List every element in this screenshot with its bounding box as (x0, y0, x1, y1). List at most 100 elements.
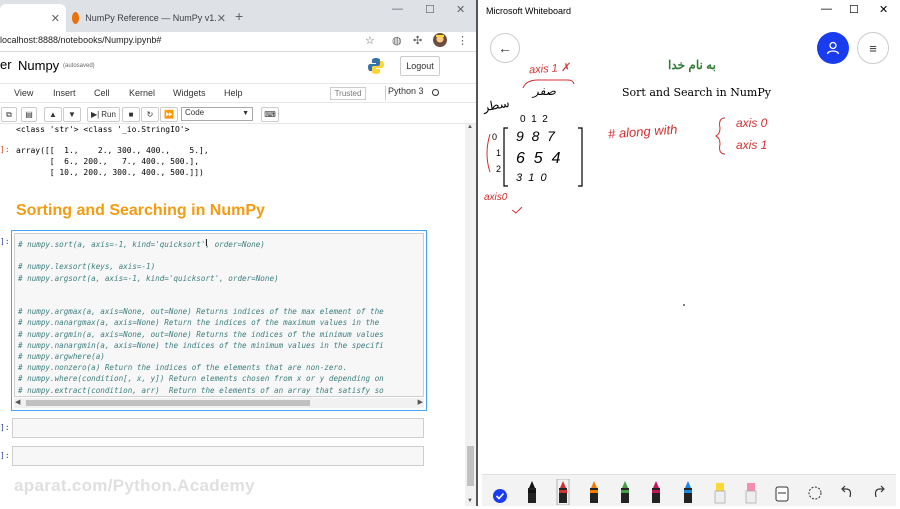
handwritten-matrix-row-2: 3 1 0 (516, 172, 547, 184)
code-line: # numpy.nonzero(a) Return the indices of… (18, 363, 348, 373)
run-label: Run (101, 110, 116, 119)
window-title: Microsoft Whiteboard (486, 6, 572, 16)
logout-button[interactable]: Logout (400, 56, 440, 76)
scroll-left-icon[interactable]: ◀ (15, 398, 20, 406)
handwritten-axis-option-1: axis 1 (736, 138, 768, 152)
in-prompt-empty: ]: (0, 451, 10, 460)
yellow-highlighter-icon[interactable] (712, 479, 728, 505)
profile-avatar[interactable] (433, 33, 447, 50)
keyboard-icon[interactable]: ⌨ (261, 107, 279, 122)
eraser-icon[interactable] (774, 479, 790, 505)
red-pen-icon[interactable] (555, 479, 571, 505)
markdown-heading: Sorting and Searching in NumPy (16, 202, 265, 219)
handwritten-safar: صفر (533, 84, 556, 98)
ink-toolbar (482, 474, 896, 506)
kebab-menu-icon[interactable]: ⋮ (457, 34, 468, 47)
close-tab-icon[interactable]: ✕ (51, 12, 60, 25)
code-line: # numpy.sort(a, axis=-1, kind='quicksort… (18, 240, 265, 249)
blue-pen-icon[interactable] (680, 479, 696, 505)
menu-kernel[interactable]: Kernel (129, 88, 155, 98)
new-tab-icon[interactable]: + (235, 8, 243, 24)
close-tab-icon[interactable]: ✕ (217, 12, 226, 25)
menu-widgets[interactable]: Widgets (173, 88, 206, 98)
globe-icon[interactable]: ◍ (392, 34, 402, 47)
code-line: # numpy.lexsort(keys, axis=-1) (18, 262, 156, 272)
handwritten-axis0-label: axis0 (484, 192, 508, 203)
minimize-icon[interactable]: — (821, 3, 832, 15)
close-window-icon[interactable]: ✕ (456, 3, 465, 16)
menu-insert[interactable]: Insert (53, 88, 76, 98)
run-icon: ▶| (91, 110, 100, 119)
tab-strip: ✕ NumPy Reference — NumPy v1. ✕ + — ☐ ✕ (0, 0, 476, 32)
in-prompt: ]: (0, 237, 10, 246)
move-up-button[interactable]: ▲ (44, 107, 62, 122)
bookmark-star-icon[interactable]: ☆ (365, 34, 375, 47)
restart-run-all-button[interactable]: ⏩ (160, 107, 178, 122)
menu-cell[interactable]: Cell (94, 88, 110, 98)
touch-icon[interactable] (492, 483, 508, 509)
code-line: # numpy.argmin(a, axis=None, out=None) R… (18, 329, 384, 339)
handwritten-matrix-row-1: 6 5 4 (516, 150, 561, 167)
out-prompt: ]: (0, 145, 10, 154)
whiteboard-window: Microsoft Whiteboard — ☐ ✕ ← ≡ به نام خد… (476, 0, 900, 506)
address-bar[interactable]: localhost:8888/notebooks/Numpy.ipynb# ☆ … (0, 32, 476, 52)
menu-help[interactable]: Help (224, 88, 243, 98)
move-down-button[interactable]: ▼ (63, 107, 81, 122)
kernel-status-icon (432, 89, 439, 96)
code-line: # numpy.argmax(a, axis=None, out=None) R… (18, 307, 384, 317)
tab-jupyter[interactable]: ✕ (0, 4, 66, 32)
scroll-up-icon[interactable]: ▲ (467, 124, 473, 130)
code-line: # numpy.where(condition[, x, y]) Return … (18, 374, 384, 384)
scrollbar-thumb[interactable] (26, 400, 310, 406)
menu-view[interactable]: View (14, 88, 33, 98)
scroll-down-icon[interactable]: ▼ (467, 498, 473, 504)
extensions-icon[interactable]: ✣ (413, 34, 422, 47)
numpy-favicon-icon (72, 12, 80, 24)
tab-numpy-reference[interactable]: NumPy Reference — NumPy v1. ✕ (72, 4, 232, 32)
trusted-badge[interactable]: Trusted (330, 87, 366, 100)
in-prompt-empty: ]: (0, 423, 10, 432)
whiteboard-canvas[interactable]: به نام خدا Sort and Search in NumPy axis… (478, 24, 900, 474)
close-window-icon[interactable]: ✕ (879, 3, 888, 16)
black-pen-icon[interactable] (524, 479, 540, 505)
empty-code-cell[interactable] (12, 418, 424, 438)
horizontal-scrollbar[interactable]: ◀ ▶ (14, 398, 424, 408)
magenta-pen-icon[interactable] (648, 479, 664, 505)
pink-highlighter-icon[interactable] (743, 479, 759, 505)
redo-icon[interactable] (871, 479, 887, 505)
kernel-name[interactable]: Python 3 (388, 86, 424, 96)
run-button[interactable]: ▶| Run (87, 107, 120, 122)
undo-icon[interactable] (839, 479, 855, 505)
orange-pen-icon[interactable] (586, 479, 602, 505)
code-line: # numpy.nanargmin(a, axis=None) the indi… (18, 340, 384, 350)
scroll-right-icon[interactable]: ▶ (418, 398, 423, 406)
python-logo-icon (368, 58, 384, 74)
green-pen-icon[interactable] (617, 479, 633, 505)
cell-type-select[interactable]: Code ▼ (181, 107, 253, 121)
code-line: # numpy.nanargmax(a, axis=None) Return t… (18, 318, 380, 328)
scrollbar-thumb[interactable] (467, 446, 474, 486)
vertical-scrollbar[interactable]: ▲ ▼ (465, 124, 476, 506)
code-cell-selected[interactable]: # numpy.sort(a, axis=-1, kind='quicksort… (11, 230, 427, 411)
tab-label: NumPy Reference — NumPy v1. (85, 13, 217, 23)
handwritten-satr: سطر (481, 95, 511, 115)
cell-type-value: Code (185, 108, 205, 117)
handwritten-check (511, 206, 523, 214)
url-text[interactable]: localhost:8888/notebooks/Numpy.ipynb# (0, 35, 161, 45)
handwritten-matrix-row-0: 9 8 7 (516, 128, 555, 144)
persian-heading: به نام خدا (668, 58, 716, 72)
lasso-icon[interactable] (807, 479, 823, 505)
notebook-title[interactable]: Numpy (18, 58, 59, 73)
jupyter-logo-text[interactable]: er (0, 57, 12, 72)
empty-code-cell[interactable] (12, 446, 424, 466)
maximize-icon[interactable]: ☐ (425, 3, 435, 16)
restart-button[interactable]: ↻ (141, 107, 159, 122)
maximize-icon[interactable]: ☐ (849, 3, 859, 16)
interrupt-button[interactable]: ■ (122, 107, 140, 122)
minimize-icon[interactable]: — (392, 3, 403, 15)
paste-cell-button[interactable]: ▤ (21, 107, 37, 122)
copy-cell-button[interactable]: ⧉ (1, 107, 17, 122)
code-editor[interactable]: # numpy.sort(a, axis=-1, kind='quicksort… (14, 233, 424, 397)
chevron-down-icon: ▼ (242, 110, 249, 117)
browser-window: ✕ NumPy Reference — NumPy v1. ✕ + — ☐ ✕ … (0, 0, 476, 506)
